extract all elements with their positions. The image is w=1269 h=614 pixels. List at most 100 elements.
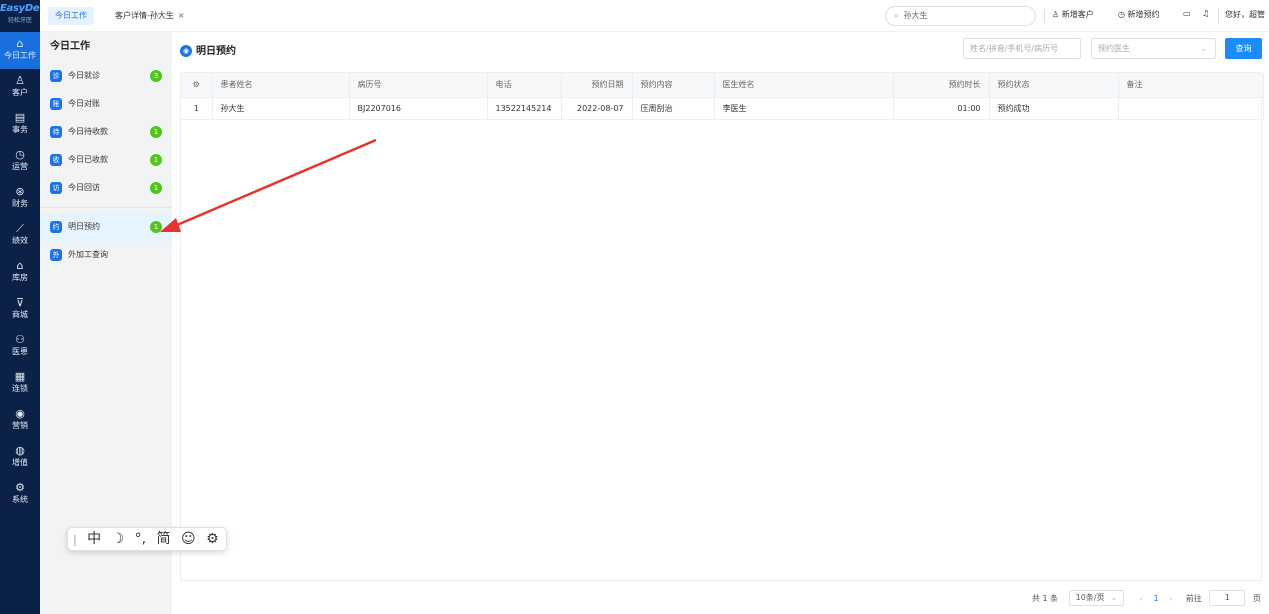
nav-item-value-added[interactable]: ◍ 增值 bbox=[0, 439, 40, 476]
column-header: 预约内容 bbox=[632, 73, 715, 98]
appointment-add-icon: ◷ bbox=[1118, 10, 1128, 19]
nav-item-doctor-patient[interactable]: ⚇ 医患 bbox=[0, 328, 40, 365]
received-payment-icon: 收 bbox=[50, 154, 62, 166]
appointment-icon: ◉ bbox=[180, 45, 192, 57]
nav-item-marketing[interactable]: ◉ 营销 bbox=[0, 402, 40, 439]
user-add-icon: ♙ bbox=[1052, 10, 1062, 19]
column-header: 预约时长 bbox=[893, 73, 990, 98]
pending-payment-icon: 待 bbox=[50, 126, 62, 138]
chevron-down-icon: ⌄ bbox=[1265, 10, 1269, 19]
ime-drag-handle[interactable]: | bbox=[73, 529, 77, 551]
count-badge: 1 bbox=[150, 182, 162, 194]
divider bbox=[1218, 9, 1219, 23]
ime-simplified-toggle[interactable]: 简 bbox=[157, 528, 171, 550]
sidebar-item-today-visits[interactable]: 诊今日就诊 3 bbox=[40, 62, 172, 90]
tab-close-icon[interactable]: × bbox=[178, 11, 185, 20]
status-cell: 预约成功 bbox=[989, 97, 1119, 120]
nav-item-finance[interactable]: ⊛ 财务 bbox=[0, 180, 40, 217]
sidebar-item-today-pending[interactable]: 待今日待收款 1 bbox=[40, 118, 172, 146]
main-content: ◉ 明日预约 姓名/拼音/手机号/病历号 预约医生 ⌄ 查询 ⚙ 患者姓名 病历号 … bbox=[172, 32, 1269, 614]
current-page[interactable]: 1 bbox=[1154, 594, 1159, 603]
panel-title: 今日工作 bbox=[50, 41, 90, 52]
user-menu[interactable]: 您好，超管 ⌄ bbox=[1225, 9, 1269, 20]
app-logo: EasyDent 轻松牙医 bbox=[0, 0, 40, 32]
nav-item-operation[interactable]: ◷ 运营 bbox=[0, 143, 40, 180]
doctor-select[interactable]: 预约医生 ⌄ bbox=[1091, 38, 1216, 59]
ime-lang-toggle[interactable]: 中 bbox=[87, 528, 101, 550]
warehouse-icon: ⌂ bbox=[16, 259, 24, 272]
column-settings-icon[interactable]: ⚙ bbox=[181, 73, 213, 98]
nav-item-affairs[interactable]: ▤ 事务 bbox=[0, 106, 40, 143]
table-row[interactable]: 1 孙大生 BJ2207016 13522145214 2022-08-07 压… bbox=[181, 97, 1264, 120]
query-button[interactable]: 查询 bbox=[1225, 38, 1262, 59]
sidebar-item-tomorrow-appointments[interactable]: 约明日预约 1 bbox=[40, 213, 172, 241]
page-size-select[interactable]: 10条/页 ⌄ bbox=[1068, 590, 1125, 606]
value-added-icon: ◍ bbox=[15, 444, 25, 457]
record-number-cell: BJ2207016 bbox=[349, 97, 488, 120]
global-search-input[interactable]: ⌕ 孙大生 bbox=[885, 6, 1036, 26]
operation-icon: ◷ bbox=[15, 148, 25, 161]
goto-page-input[interactable]: 1 bbox=[1209, 590, 1246, 606]
new-appointment-button[interactable]: ◷ 新增预约 bbox=[1118, 9, 1160, 20]
system-icon: ⚙ bbox=[15, 481, 25, 494]
chevron-down-icon: ⌄ bbox=[1200, 44, 1207, 53]
nav-item-mall[interactable]: ⊽ 商城 bbox=[0, 291, 40, 328]
row-index: 1 bbox=[181, 97, 213, 120]
top-bar: 今日工作 客户详情-孙大生 × ⌕ 孙大生 ♙ 新增客户 ◷ 新增预约 ▭ ♫ 您好… bbox=[40, 0, 1269, 32]
visit-icon: 诊 bbox=[50, 70, 62, 82]
count-badge: 1 bbox=[150, 126, 162, 138]
message-icon[interactable]: ▭ bbox=[1183, 9, 1191, 18]
prev-page-icon[interactable]: ‹ bbox=[1140, 594, 1143, 603]
settings-icon[interactable]: ⚙ bbox=[206, 528, 219, 550]
performance-icon: ⟋ bbox=[16, 222, 24, 235]
appointments-table: ⚙ 患者姓名 病历号 电话 预约日期 预约内容 医生姓名 预约时长 预约状态 备… bbox=[180, 72, 1264, 581]
next-page-icon[interactable]: › bbox=[1169, 594, 1172, 603]
patient-name-cell[interactable]: 孙大生 bbox=[212, 97, 350, 120]
nav-item-today[interactable]: ⌂ 今日工作 bbox=[0, 32, 40, 69]
sidebar-item-today-reconcile[interactable]: 账今日对账 bbox=[40, 90, 172, 118]
sidebar-item-today-received[interactable]: 收今日已收款 1 bbox=[40, 146, 172, 174]
divider bbox=[1044, 9, 1045, 23]
tab-customer-detail[interactable]: 客户详情-孙大生 × bbox=[108, 7, 192, 25]
new-customer-button[interactable]: ♙ 新增客户 bbox=[1052, 9, 1094, 20]
logo-text: EasyDent bbox=[0, 3, 40, 14]
date-cell: 2022-08-07 bbox=[561, 97, 633, 120]
count-badge: 1 bbox=[150, 221, 162, 233]
column-header: 电话 bbox=[487, 73, 562, 98]
nav-item-warehouse[interactable]: ⌂ 库房 bbox=[0, 254, 40, 291]
nav-item-system[interactable]: ⚙ 系统 bbox=[0, 476, 40, 513]
outsourced-icon: 外 bbox=[50, 249, 62, 261]
column-header: 预约日期 bbox=[561, 73, 633, 98]
moon-icon[interactable]: ☽ bbox=[112, 528, 125, 550]
column-header: 患者姓名 bbox=[212, 73, 350, 98]
mall-icon: ⊽ bbox=[15, 296, 25, 309]
sidebar-item-today-followup[interactable]: 访今日回访 1 bbox=[40, 174, 172, 202]
count-badge: 1 bbox=[150, 154, 162, 166]
nav-item-performance[interactable]: ⟋ 绩效 bbox=[0, 217, 40, 254]
customer-icon: ♙ bbox=[15, 74, 25, 87]
sidebar-item-outsourced-query[interactable]: 外外加工查询 bbox=[40, 241, 172, 269]
column-header: 医生姓名 bbox=[714, 73, 894, 98]
patient-search-input[interactable]: 姓名/拼音/手机号/病历号 bbox=[963, 38, 1081, 59]
ime-toolbar: | 中 ☽ °, 简 ☺ ⚙ bbox=[67, 527, 227, 551]
nav-item-customer[interactable]: ♙ 客户 bbox=[0, 69, 40, 106]
main-header: ◉ 明日预约 姓名/拼音/手机号/病历号 预约医生 ⌄ 查询 bbox=[172, 32, 1269, 66]
tab-today-work[interactable]: 今日工作 bbox=[48, 7, 94, 25]
pagination: 共 1 条 10条/页 ⌄ ‹ 1 › 前往 1 页 bbox=[1032, 590, 1261, 608]
doctor-cell: 李医生 bbox=[714, 97, 894, 120]
affairs-icon: ▤ bbox=[14, 111, 26, 124]
count-badge: 3 bbox=[150, 70, 162, 82]
table-header-row: ⚙ 患者姓名 病历号 电话 预约日期 预约内容 医生姓名 预约时长 预约状态 备… bbox=[181, 73, 1264, 98]
column-header: 病历号 bbox=[349, 73, 488, 98]
note-cell bbox=[1118, 97, 1264, 120]
search-icon: ⌕ bbox=[894, 11, 899, 20]
nav-item-chain[interactable]: ▦ 连锁 bbox=[0, 365, 40, 402]
divider bbox=[40, 207, 172, 208]
goto-label: 前往 bbox=[1185, 593, 1202, 603]
emoji-icon[interactable]: ☺ bbox=[181, 528, 196, 550]
punctuation-icon[interactable]: °, bbox=[135, 528, 146, 550]
chain-icon: ▦ bbox=[14, 370, 26, 383]
column-header: 预约状态 bbox=[989, 73, 1119, 98]
appointment-icon: 约 bbox=[50, 221, 62, 233]
bell-icon[interactable]: ♫ bbox=[1202, 9, 1209, 18]
